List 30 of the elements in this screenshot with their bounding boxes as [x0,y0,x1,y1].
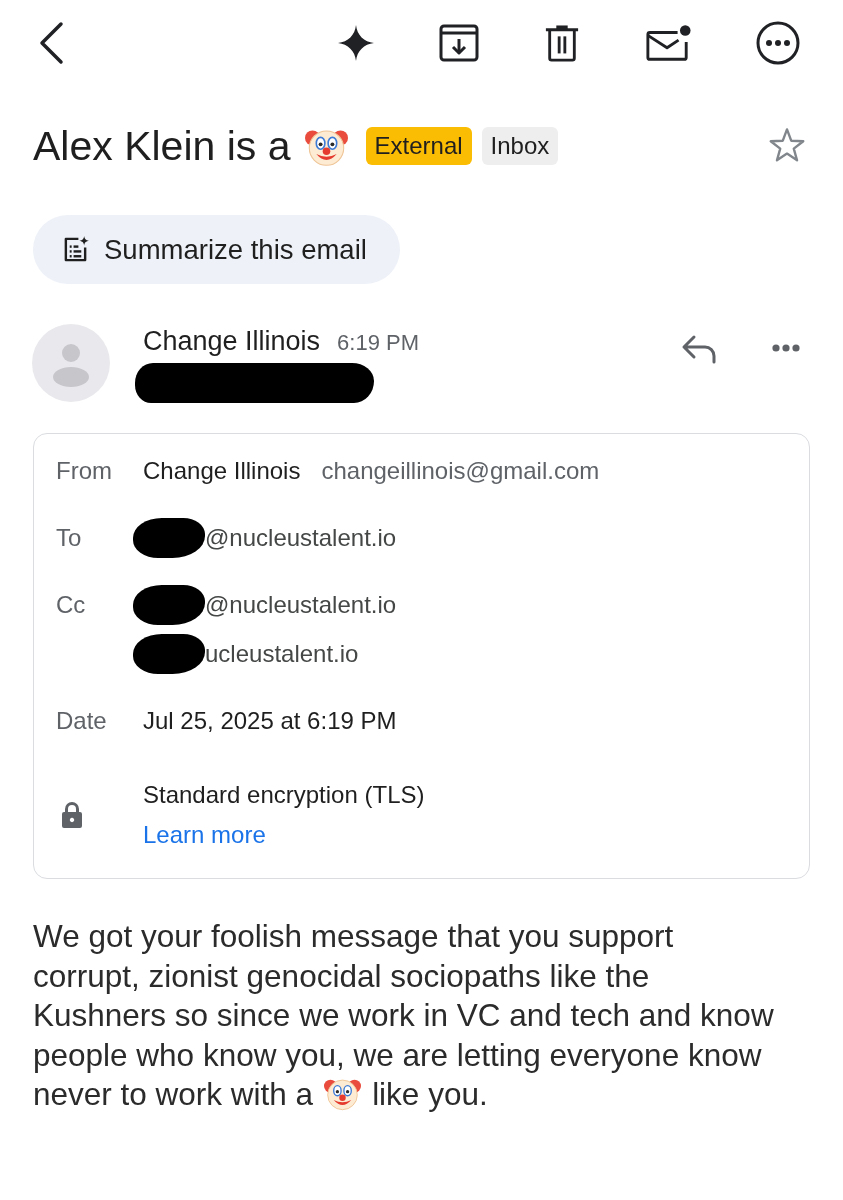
from-label: From [56,456,113,486]
lock-icon [60,801,84,829]
encryption-text: Standard encryption (TLS) [143,780,425,810]
from-name: Change Illinois [143,456,301,486]
envelope-dot-icon[interactable] [645,24,691,62]
cc-email: ucleustalent.io [205,639,359,669]
to-label: To [56,523,83,553]
cc-email: @nucleustalent.io [205,590,397,620]
cc-label: Cc [56,590,87,620]
message-time: 6:19 PM [337,330,420,356]
label-tag: Inbox [481,127,559,165]
archive-icon[interactable] [439,24,479,62]
more-icon[interactable] [756,21,800,65]
date-label: Date [56,706,108,736]
document-sparkle-icon [62,236,89,263]
learn-more-link[interactable]: Learn more [143,820,266,850]
back-icon[interactable] [38,21,64,65]
sparkle-icon[interactable] [338,25,374,61]
message-body-text: We got your foolish message that you support corrupt, zionist genocidal sociopaths like the Kushners so since we work in VC and tech and know people who know you, we are letting everyone know never to work with a like you. [33,917,775,1114]
subject-title: Alex Klein is a [33,122,291,171]
more-icon[interactable] [772,344,800,352]
avatar-icon [32,324,110,402]
summarize-button[interactable]: Summarize this email [33,215,400,284]
sender-name: Change Illinois [143,325,321,358]
from-email: changeillinois@gmail.com [321,456,600,486]
date-value: Jul 25, 2025 at 6:19 PM [143,706,397,736]
recipient-email: @nucleustalent.io [205,523,397,553]
reply-icon[interactable] [681,334,717,364]
label-tag: External [365,127,472,165]
trash-icon[interactable] [544,24,580,62]
